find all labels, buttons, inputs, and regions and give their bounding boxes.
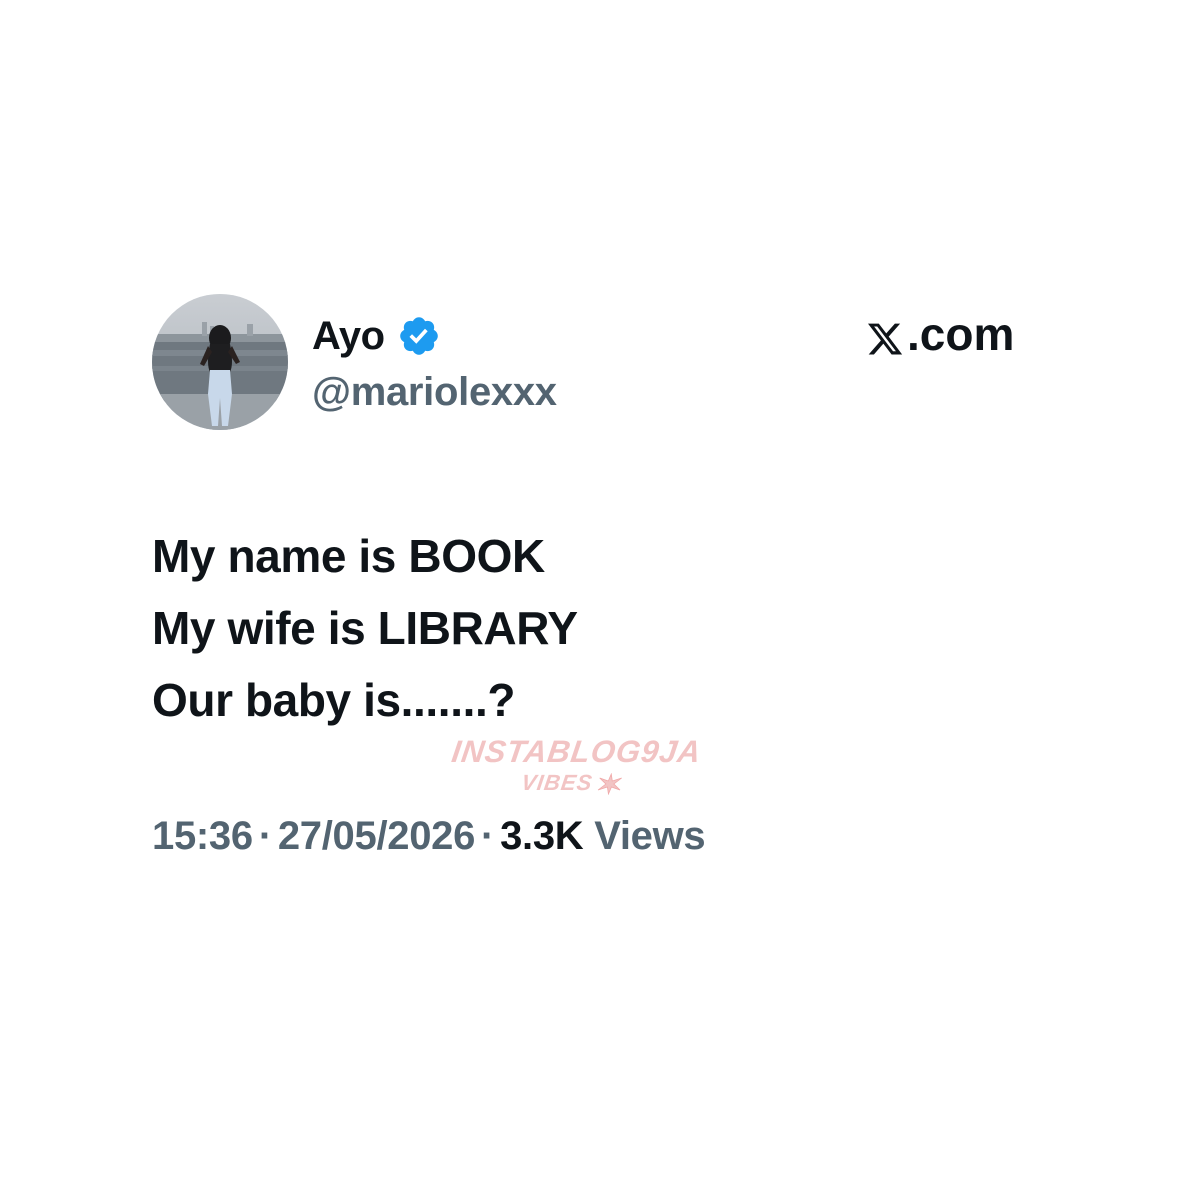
- author-display-name[interactable]: Ayo: [312, 314, 385, 359]
- watermark-line-2: VIBES: [450, 770, 694, 796]
- author-handle[interactable]: @mariolexxx: [312, 370, 557, 415]
- tweet-line: Our baby is.......?: [152, 674, 516, 726]
- tweet-text: My name is BOOK My wife is LIBRARY Our b…: [152, 520, 578, 736]
- verified-badge-icon: [397, 314, 441, 358]
- views-label: Views: [594, 814, 706, 858]
- watermark-line-1: INSTABLOG9JA: [449, 734, 704, 769]
- author-name-row: Ayo: [312, 308, 441, 364]
- brand-label: .com: [866, 306, 1014, 362]
- watermark: INSTABLOG9JA VIBES: [449, 734, 704, 796]
- x-logo-icon: [866, 315, 904, 355]
- tweet-card: Ayo @mariolexxx .com My name is BOOK My …: [0, 0, 1200, 1200]
- brand-domain: .com: [907, 308, 1015, 360]
- tweet-line: My name is BOOK: [152, 530, 545, 582]
- tweet-date[interactable]: 27/05/2026: [278, 814, 476, 858]
- avatar[interactable]: [152, 294, 288, 430]
- avatar-photo: [152, 294, 288, 430]
- sparkle-icon: [595, 772, 624, 796]
- meta-separator: ·: [258, 814, 272, 858]
- meta-separator: ·: [481, 814, 495, 858]
- tweet-meta: 15:36 · 27/05/2026 · 3.3K Views: [152, 814, 706, 859]
- views-count: 3.3K: [500, 814, 584, 858]
- watermark-line-2-text: VIBES: [519, 770, 595, 795]
- tweet-line: My wife is LIBRARY: [152, 602, 578, 654]
- tweet-time[interactable]: 15:36: [152, 814, 253, 858]
